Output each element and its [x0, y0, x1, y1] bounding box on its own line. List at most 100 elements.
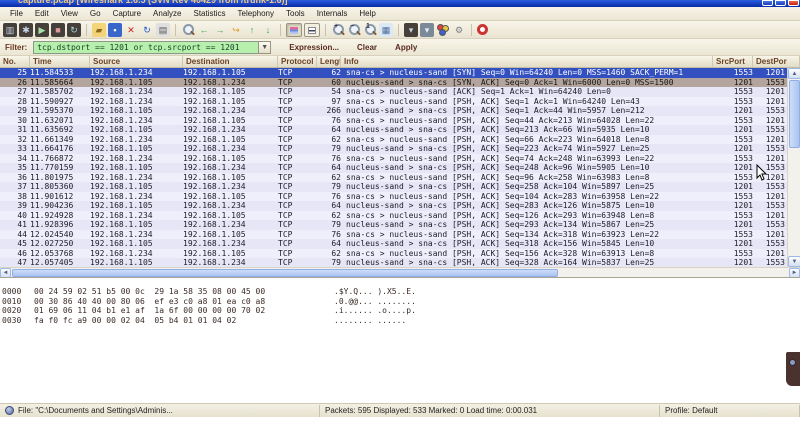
column-header-sport[interactable]: SrcPort [713, 56, 753, 67]
coloring-rules-icon[interactable] [436, 23, 450, 37]
menu-statistics[interactable]: Statistics [188, 7, 232, 20]
apply-button[interactable]: Apply [395, 43, 417, 52]
packet-cell-proto: TCP [278, 201, 317, 211]
packet-cell-len: 62 [317, 135, 341, 145]
display-filter-icon[interactable]: ▾ [420, 23, 434, 37]
menu-telephony[interactable]: Telephony [232, 7, 280, 20]
capture-restart-icon[interactable]: ↻ [67, 23, 81, 37]
packet-row[interactable]: 2811.590927192.168.1.234192.168.1.105TCP… [0, 97, 787, 107]
zoom-in-icon[interactable]: + [331, 23, 345, 37]
hex-ascii: .i...... .o....p. [334, 306, 416, 316]
packet-cell-sport: 1201 [713, 258, 753, 267]
help-icon[interactable] [477, 24, 488, 35]
filter-input[interactable] [33, 41, 258, 54]
packet-row[interactable]: 4111.928396192.168.1.105192.168.1.234TCP… [0, 220, 787, 230]
column-header-dport[interactable]: DestPor [753, 56, 800, 67]
column-header-len[interactable]: Length [317, 56, 341, 67]
packet-row[interactable]: 2611.585664192.168.1.105192.168.1.234TCP… [0, 78, 787, 88]
packet-cell-sport: 1553 [713, 116, 753, 126]
menu-help[interactable]: Help [353, 7, 381, 20]
close-button[interactable] [788, 0, 799, 6]
capture-start-icon[interactable]: ▶ [35, 23, 49, 37]
packet-row[interactable]: 4011.924928192.168.1.234192.168.1.105TCP… [0, 211, 787, 221]
resize-columns-icon[interactable]: ▦ [379, 23, 393, 37]
go-to-packet-icon[interactable]: ↪ [229, 23, 243, 37]
go-to-bottom-icon[interactable]: ↓ [261, 23, 275, 37]
scroll-up-icon[interactable]: ▲ [788, 68, 800, 79]
packet-cell-dport: 1553 [753, 220, 787, 230]
packet-row[interactable]: 4612.053768192.168.1.234192.168.1.105TCP… [0, 249, 787, 259]
column-header-src[interactable]: Source [90, 56, 183, 67]
menu-go[interactable]: Go [84, 7, 107, 20]
packet-row[interactable]: 3911.904236192.168.1.105192.168.1.234TCP… [0, 201, 787, 211]
packet-cell-sport: 1201 [713, 106, 753, 116]
column-header-no[interactable]: No. [0, 56, 30, 67]
scroll-down-icon[interactable]: ▼ [788, 256, 800, 267]
maximize-button[interactable] [775, 0, 786, 6]
packet-cell-proto: TCP [278, 163, 317, 173]
packet-row[interactable]: 4412.024540192.168.1.234192.168.1.105TCP… [0, 230, 787, 240]
print-icon[interactable]: ▤ [156, 23, 170, 37]
expert-info-icon[interactable] [5, 406, 14, 415]
capture-filter-icon[interactable]: ▾ [404, 23, 418, 37]
autoscroll-toggle-icon[interactable] [304, 23, 320, 37]
hex-row[interactable]: 001000 30 86 40 40 00 80 06 ef e3 c0 a8 … [2, 297, 800, 307]
reload-icon[interactable]: ↻ [140, 23, 154, 37]
capture-interfaces-icon[interactable]: ▥ [3, 23, 17, 37]
save-file-icon[interactable]: ▪ [108, 23, 122, 37]
packet-row[interactable]: 3211.661349192.168.1.234192.168.1.105TCP… [0, 135, 787, 145]
packet-cell-no: 25 [0, 68, 30, 78]
packet-row[interactable]: 3011.632071192.168.1.234192.168.1.105TCP… [0, 116, 787, 126]
capture-options-icon[interactable]: ✱ [19, 23, 33, 37]
close-file-icon[interactable]: ✕ [124, 23, 138, 37]
menu-tools[interactable]: Tools [280, 7, 311, 20]
hex-row[interactable]: 000000 24 59 02 51 b5 00 0c 29 1a 58 35 … [2, 287, 800, 297]
horizontal-scrollbar[interactable]: ◄ ► [0, 267, 800, 277]
packet-cell-src: 192.168.1.234 [90, 135, 183, 145]
packet-row[interactable]: 3311.664176192.168.1.105192.168.1.234TCP… [0, 144, 787, 154]
packet-row[interactable]: 4512.027250192.168.1.105192.168.1.234TCP… [0, 239, 787, 249]
zoom-100-icon[interactable]: 1 [363, 23, 377, 37]
column-header-info[interactable]: Info [341, 56, 713, 67]
zoom-out-icon[interactable]: − [347, 23, 361, 37]
packet-row[interactable]: 3111.635692192.168.1.105192.168.1.234TCP… [0, 125, 787, 135]
packet-row[interactable]: 4712.057405192.168.1.105192.168.1.234TCP… [0, 258, 787, 267]
menu-internals[interactable]: Internals [311, 7, 354, 20]
go-to-top-icon[interactable]: ↑ [245, 23, 259, 37]
hex-row[interactable]: 002001 69 06 11 04 b1 e1 af 1a 6f 00 00 … [2, 306, 800, 316]
preferences-icon[interactable]: ⚙ [452, 23, 466, 37]
horizontal-scroll-thumb[interactable] [12, 269, 558, 277]
capture-stop-icon[interactable]: ■ [51, 23, 65, 37]
hex-row[interactable]: 0030fa f0 fc a9 00 00 02 04 05 b4 01 01 … [2, 316, 800, 326]
packet-row[interactable]: 3411.766872192.168.1.234192.168.1.105TCP… [0, 154, 787, 164]
menu-edit[interactable]: Edit [29, 7, 55, 20]
packet-row[interactable]: 3711.805360192.168.1.105192.168.1.234TCP… [0, 182, 787, 192]
menu-analyze[interactable]: Analyze [147, 7, 187, 20]
packet-row[interactable]: 3611.801975192.168.1.234192.168.1.105TCP… [0, 173, 787, 183]
packet-row[interactable]: 2911.595370192.168.1.105192.168.1.234TCP… [0, 106, 787, 116]
packet-row[interactable]: 3811.901612192.168.1.234192.168.1.105TCP… [0, 192, 787, 202]
menu-view[interactable]: View [55, 7, 84, 20]
packet-row[interactable]: 3511.770159192.168.1.105192.168.1.234TCP… [0, 163, 787, 173]
expression-button[interactable]: Expression... [289, 43, 339, 52]
go-forward-icon[interactable]: → [213, 23, 227, 37]
vertical-scroll-thumb[interactable] [789, 80, 800, 148]
menu-bar: FileEditViewGoCaptureAnalyzeStatisticsTe… [0, 7, 800, 21]
go-back-icon[interactable]: ← [197, 23, 211, 37]
colorize-toggle-icon[interactable] [286, 23, 302, 37]
menu-file[interactable]: File [4, 7, 29, 20]
title-bar: capture.pcap [Wireshark 1.6.5 (SVN Rev 4… [0, 0, 800, 7]
column-header-time[interactable]: Time [30, 56, 90, 67]
clear-button[interactable]: Clear [357, 43, 377, 52]
filter-dropdown-icon[interactable]: ▼ [258, 41, 271, 54]
find-packet-icon[interactable] [181, 23, 195, 37]
column-header-dst[interactable]: Destination [183, 56, 278, 67]
column-header-proto[interactable]: Protocol [278, 56, 317, 67]
status-profile-text[interactable]: Profile: Default [660, 405, 800, 417]
packet-row[interactable]: 2711.585702192.168.1.234192.168.1.105TCP… [0, 87, 787, 97]
packet-row[interactable]: 2511.584533192.168.1.234192.168.1.105TCP… [0, 68, 787, 78]
menu-capture[interactable]: Capture [107, 7, 147, 20]
minimize-button[interactable] [762, 0, 773, 6]
vertical-scrollbar[interactable]: ▲ ▼ [787, 68, 800, 267]
open-file-icon[interactable]: ▰ [92, 23, 106, 37]
